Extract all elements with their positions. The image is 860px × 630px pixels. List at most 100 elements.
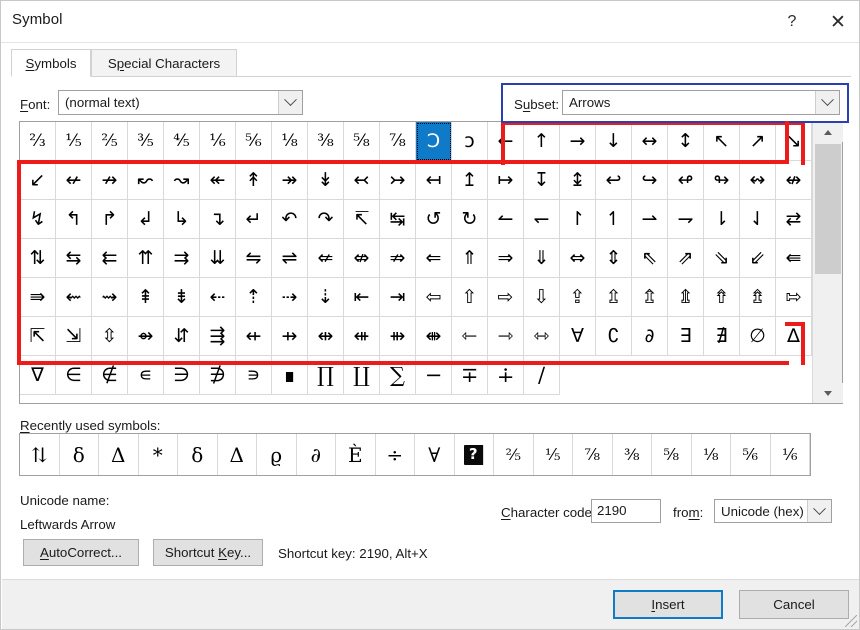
symbol-cell[interactable]: ⅗ [128, 122, 164, 161]
recent-symbol-cell[interactable]: δ [178, 434, 218, 475]
symbol-cell[interactable]: ↵ [236, 200, 272, 239]
symbol-cell[interactable]: ↠ [272, 161, 308, 200]
symbol-cell[interactable]: ∔ [488, 356, 524, 395]
symbol-cell[interactable]: ⇿ [524, 317, 560, 356]
symbol-cell[interactable]: ⇒ [488, 239, 524, 278]
resize-grip[interactable] [845, 615, 857, 627]
close-icon[interactable]: ✕ [815, 1, 860, 43]
symbol-cell[interactable]: ∑ [380, 356, 416, 395]
recent-symbol-cell[interactable]: δ [60, 434, 100, 475]
symbol-cell[interactable]: ∕ [524, 356, 560, 395]
symbol-cell[interactable]: ⇙ [740, 239, 776, 278]
symbol-cell[interactable]: ⇯ [740, 278, 776, 317]
recent-symbol-cell[interactable]: ϱ [257, 434, 297, 475]
symbol-cell[interactable]: ↸ [344, 200, 380, 239]
symbol-cell[interactable]: ∁ [596, 317, 632, 356]
symbol-cell[interactable]: ∃ [668, 317, 704, 356]
symbol-cell[interactable]: ↧ [524, 161, 560, 200]
symbol-cell[interactable]: ∐ [344, 356, 380, 395]
symbol-cell[interactable]: ⇥ [380, 278, 416, 317]
symbol-cell[interactable]: ⇓ [524, 239, 560, 278]
symbol-cell[interactable]: ⅖ [92, 122, 128, 161]
symbol-cell[interactable]: ⅝ [344, 122, 380, 161]
symbol-cell[interactable]: ⇹ [308, 317, 344, 356]
recent-symbol-cell[interactable]: ∂ [297, 434, 337, 475]
symbol-cell[interactable]: ⇫ [596, 278, 632, 317]
symbol-cell[interactable]: ↱ [92, 200, 128, 239]
recent-symbol-cell[interactable]: ? [455, 434, 495, 475]
recent-symbol-cell[interactable]: ⅚ [731, 434, 771, 475]
font-select[interactable]: (normal text) [58, 90, 303, 115]
symbol-cell[interactable]: ↹ [380, 200, 416, 239]
symbol-cell[interactable]: ⇃ [740, 200, 776, 239]
symbol-cell[interactable]: ↺ [416, 200, 452, 239]
symbol-cell[interactable]: ⇺ [344, 317, 380, 356]
recent-symbol-cell[interactable]: ⅕ [534, 434, 574, 475]
symbol-cell[interactable]: ∋ [164, 356, 200, 395]
recent-symbol-cell[interactable]: ÷ [376, 434, 416, 475]
symbol-cell[interactable]: ⇜ [56, 278, 92, 317]
symbol-cell[interactable]: ⅛ [272, 122, 308, 161]
symbol-cell[interactable]: ⇪ [560, 278, 596, 317]
symbol-cell[interactable]: ↤ [416, 161, 452, 200]
symbol-cell[interactable]: ⇝ [92, 278, 128, 317]
recent-symbol-cell[interactable]: È [336, 434, 376, 475]
symbol-cell[interactable]: ↼ [488, 200, 524, 239]
symbol-cell[interactable]: ⇌ [272, 239, 308, 278]
symbol-cell[interactable]: ⅚ [236, 122, 272, 161]
symbol-cell[interactable]: ↲ [128, 200, 164, 239]
symbol-cell[interactable]: ↚ [56, 161, 92, 200]
symbol-cell[interactable]: − [416, 356, 452, 395]
symbol-cell[interactable]: ⇭ [668, 278, 704, 317]
from-select[interactable]: Unicode (hex) [714, 499, 832, 523]
symbol-cell[interactable]: ⇛ [20, 278, 56, 317]
symbol-cell[interactable]: ⇤ [344, 278, 380, 317]
scrollbar-thumb[interactable] [815, 144, 841, 274]
symbol-cell[interactable]: ∊ [128, 356, 164, 395]
symbol-cell[interactable]: ↢ [344, 161, 380, 200]
recent-symbols-grid[interactable]: ⇅δΔ*δΔϱ∂È÷∀?⅖⅕⅞⅜⅝⅛⅚⅙ [19, 433, 811, 476]
symbol-cell[interactable]: ⅘ [164, 122, 200, 161]
symbol-cell[interactable]: ∇ [20, 356, 56, 395]
symbol-cell[interactable]: ⇨ [488, 278, 524, 317]
symbol-cell[interactable]: ⇱ [20, 317, 56, 356]
symbol-cell[interactable]: ∓ [452, 356, 488, 395]
symbol-cell[interactable]: ⇞ [128, 278, 164, 317]
symbol-cell[interactable]: ⅞ [380, 122, 416, 161]
symbol-cell[interactable]: ⇏ [380, 239, 416, 278]
symbol-cell[interactable]: → [560, 122, 596, 161]
tab-special-characters[interactable]: Special Characters [91, 49, 237, 77]
symbol-cell[interactable]: ⅔ [20, 122, 56, 161]
symbol-cell[interactable]: ⇚ [776, 239, 812, 278]
symbol-cell[interactable]: ↯ [20, 200, 56, 239]
symbol-cell[interactable]: ↞ [200, 161, 236, 200]
scroll-down-icon[interactable] [813, 383, 843, 403]
symbol-cell[interactable]: ⅜ [308, 122, 344, 161]
symbol-cell[interactable]: ⇢ [272, 278, 308, 317]
symbol-cell[interactable]: ⇕ [596, 239, 632, 278]
symbol-cell[interactable]: ↑ [524, 122, 560, 161]
symbol-cell[interactable]: ∀ [560, 317, 596, 356]
symbol-cell[interactable]: ⇘ [704, 239, 740, 278]
symbol-cell[interactable]: ↾ [560, 200, 596, 239]
recent-symbol-cell[interactable]: ⇅ [20, 434, 60, 475]
character-code-input[interactable]: 2190 [591, 499, 661, 523]
symbol-cell[interactable]: ⇸ [272, 317, 308, 356]
autocorrect-button[interactable]: AutoCorrect... [23, 539, 139, 566]
recent-symbol-cell[interactable]: * [139, 434, 179, 475]
symbol-cell[interactable]: ⇉ [164, 239, 200, 278]
symbol-cell[interactable]: ↪ [632, 161, 668, 200]
symbol-cell[interactable]: ↙ [20, 161, 56, 200]
symbol-cell[interactable]: ↜ [128, 161, 164, 200]
symbol-cell[interactable]: ⇖ [632, 239, 668, 278]
symbol-cell[interactable]: ⇐ [416, 239, 452, 278]
symbol-cell-selected[interactable]: Ↄ [416, 122, 452, 161]
symbol-cell[interactable]: ⇍ [308, 239, 344, 278]
symbol-cell[interactable]: ⇾ [488, 317, 524, 356]
help-icon[interactable]: ? [769, 1, 815, 43]
symbol-cell[interactable]: ⇶ [200, 317, 236, 356]
symbol-cell[interactable]: ↕ [668, 122, 704, 161]
chevron-down-icon[interactable] [278, 91, 302, 114]
symbol-cell[interactable]: ↦ [488, 161, 524, 200]
chevron-down-icon[interactable] [815, 91, 839, 114]
